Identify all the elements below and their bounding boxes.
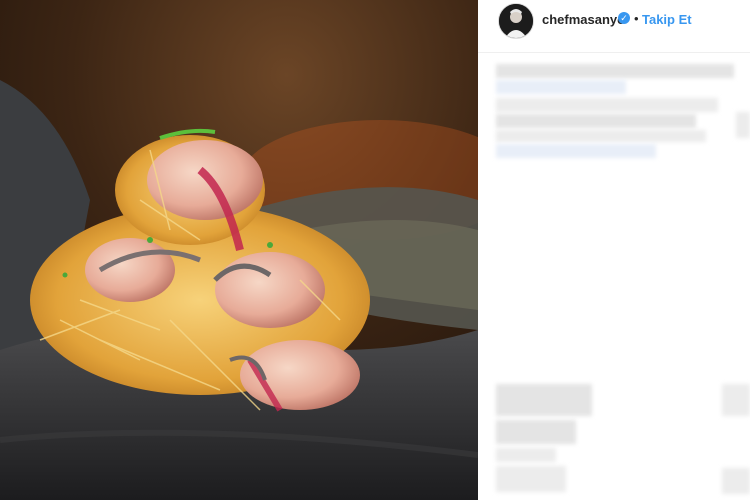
blurred-caption-line <box>736 112 750 138</box>
verified-badge-icon: ✓ <box>618 12 630 24</box>
blurred-caption-line <box>496 114 696 128</box>
blurred-comment <box>496 384 592 416</box>
username-link[interactable]: chefmasanyc <box>542 12 624 27</box>
blurred-caption-line <box>496 144 656 158</box>
blurred-comment <box>722 384 750 416</box>
separator-dot: • <box>634 11 639 26</box>
follow-button[interactable]: Takip Et <box>642 12 692 27</box>
user-avatar[interactable] <box>498 3 534 39</box>
blurred-caption-line <box>496 80 626 94</box>
blurred-caption-line <box>496 130 706 142</box>
blurred-comment <box>496 420 576 444</box>
blurred-caption-line <box>496 64 734 78</box>
post-side-panel: chefmasanyc ✓ • Takip Et <box>478 0 750 500</box>
post-header: chefmasanyc ✓ • Takip Et <box>478 0 750 53</box>
blurred-comment <box>496 448 556 462</box>
blurred-caption-line <box>496 98 718 112</box>
blurred-comment <box>722 468 750 494</box>
blurred-comment <box>496 466 566 492</box>
post-photo[interactable] <box>0 0 478 500</box>
